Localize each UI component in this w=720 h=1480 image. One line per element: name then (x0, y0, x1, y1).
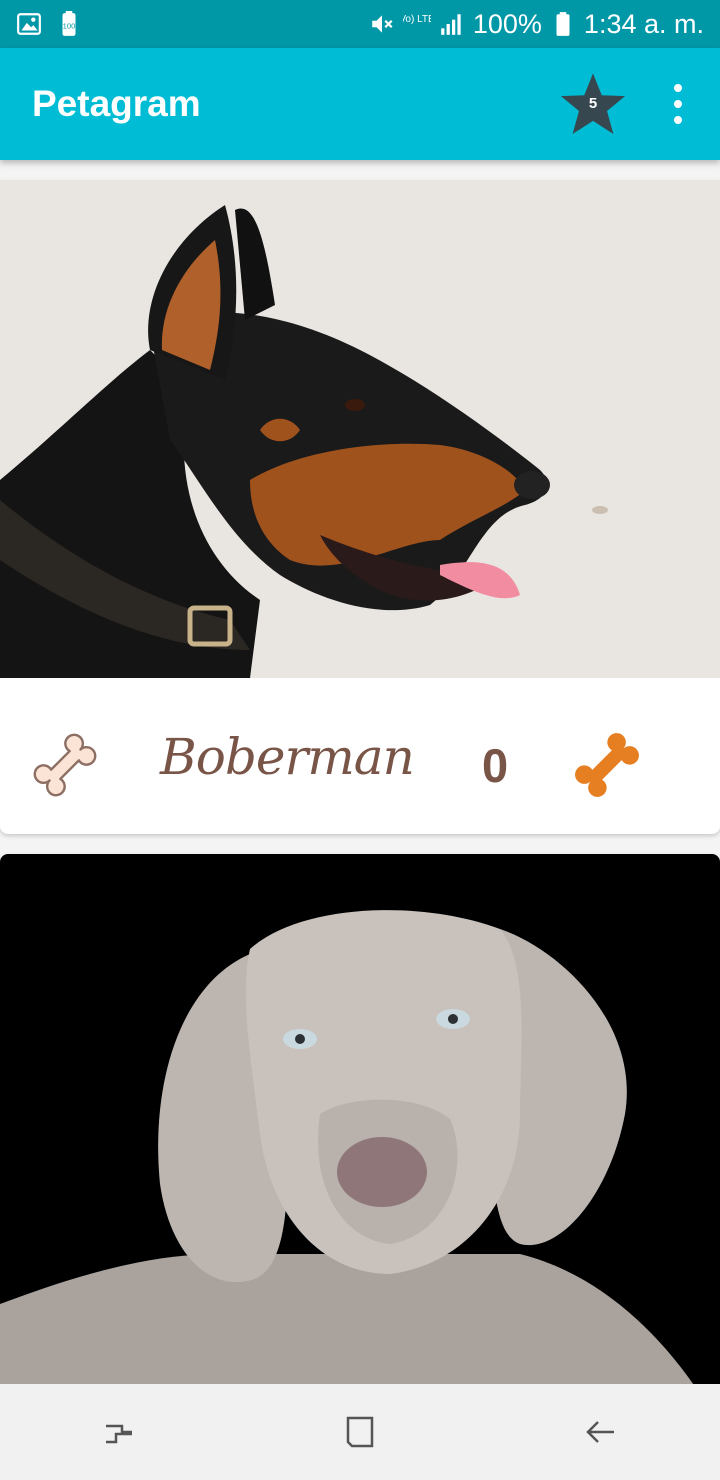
image-icon (17, 13, 41, 35)
pet-list[interactable]: Boberman 0 (0, 160, 720, 1384)
pet-name: Boberman (160, 728, 415, 786)
back-icon[interactable] (580, 1412, 620, 1452)
signal-icon (441, 14, 461, 35)
more-options-button[interactable] (668, 84, 688, 124)
status-left: 100 (16, 11, 82, 37)
mute-icon (372, 15, 393, 33)
pet-card (0, 854, 720, 1384)
like-count: 0 (482, 739, 509, 792)
battery-icon (556, 12, 570, 36)
recent-apps-icon[interactable] (100, 1412, 140, 1452)
app-actions: 5 (558, 69, 688, 139)
favorites-count: 5 (588, 95, 598, 112)
more-vert-icon-dot (674, 116, 682, 124)
app-bar: Petagram 5 (0, 48, 720, 160)
bone-filled-icon[interactable] (570, 728, 644, 802)
svg-text:100: 100 (63, 21, 76, 30)
screen: 100 Vo) LTE 100% 1:34 a. m. (0, 0, 720, 1480)
navigation-bar (0, 1384, 720, 1480)
pet-photo (0, 180, 720, 678)
battery-percent: 100% (472, 8, 542, 39)
clock: 1:34 a. m. (583, 8, 704, 39)
battery-saver-icon: 100 (62, 11, 76, 36)
pet-card: Boberman 0 (0, 180, 720, 834)
volte-icon: Vo) LTE (403, 14, 431, 25)
bone-outline-icon[interactable] (30, 730, 100, 800)
svg-text:Vo) LTE: Vo) LTE (403, 14, 431, 25)
home-icon[interactable] (340, 1412, 380, 1452)
status-bar: 100 Vo) LTE 100% 1:34 a. m. (0, 0, 720, 48)
more-vert-icon-dot (674, 84, 682, 92)
app-title: Petagram (32, 83, 201, 124)
more-vert-icon-dot (674, 100, 682, 108)
status-right: Vo) LTE 100% 1:34 a. m. (369, 9, 704, 40)
pet-card-footer: Boberman 0 (0, 678, 720, 834)
pet-photo (0, 854, 720, 1384)
favorites-button[interactable]: 5 (558, 69, 628, 139)
